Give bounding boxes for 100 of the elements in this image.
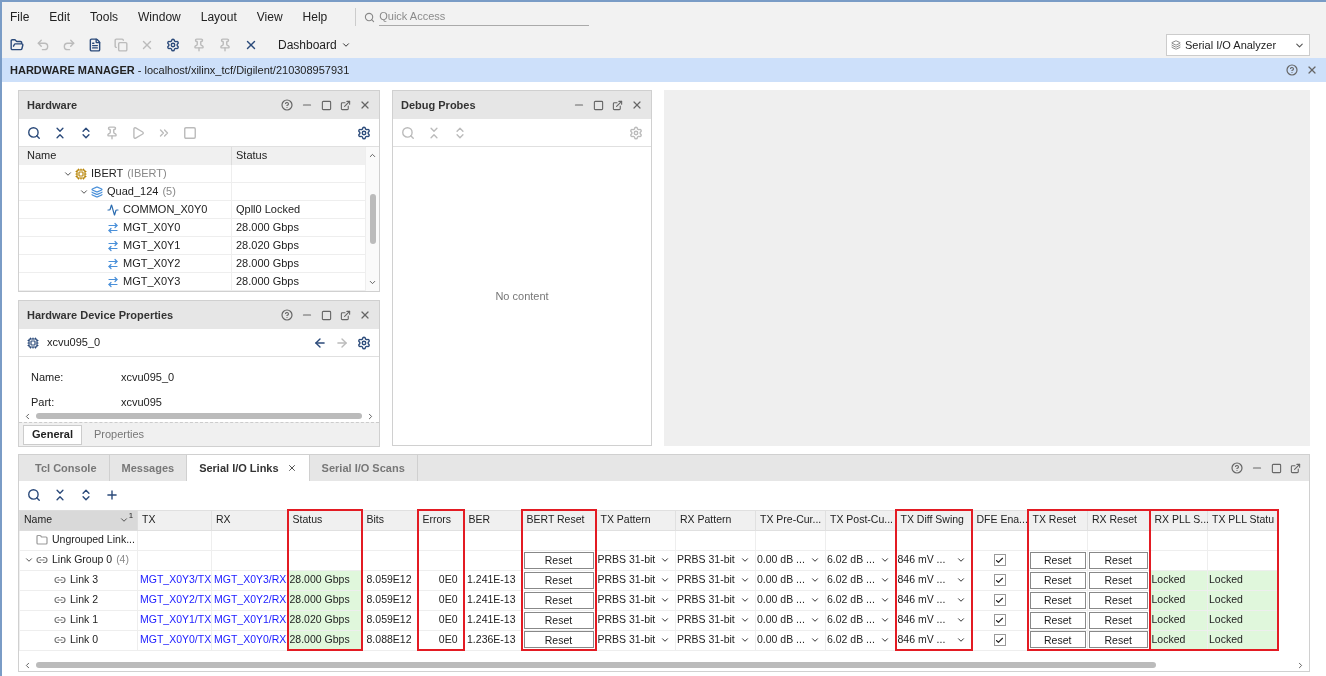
value-dropdown[interactable]: PRBS 31-bit — [597, 612, 674, 628]
reset-button[interactable]: Reset — [1029, 571, 1086, 589]
value-dropdown[interactable]: 0.00 dB ... — [757, 632, 824, 648]
value-dropdown[interactable]: 846 mV ... — [897, 612, 970, 628]
tree-item[interactable]: Ungrouped Link... — [19, 530, 138, 550]
reset-button[interactable]: Reset — [523, 591, 594, 609]
column-header[interactable]: TX Pre-Cur... — [755, 510, 826, 530]
tree-item[interactable]: Link Group 0 (4) — [19, 550, 138, 570]
settings-icon[interactable] — [166, 38, 180, 52]
close-icon[interactable] — [359, 309, 371, 321]
collapse-all-icon[interactable] — [53, 488, 67, 502]
column-header[interactable]: RX — [211, 510, 288, 530]
value-dropdown[interactable]: PRBS 31-bit — [597, 592, 674, 608]
layout-icon[interactable] — [1171, 40, 1181, 50]
reset-button[interactable]: Reset — [1029, 551, 1086, 569]
tree-item[interactable]: IBERT (IBERT) — [19, 165, 232, 182]
caret-icon[interactable] — [879, 595, 890, 605]
collapse-all-icon[interactable] — [53, 125, 67, 140]
reset-button[interactable]: Reset — [523, 571, 594, 589]
tree-item[interactable]: MGT_X0Y1 — [19, 237, 232, 254]
document-icon[interactable] — [88, 38, 102, 52]
dfe-checkbox[interactable] — [993, 554, 1006, 566]
maximize-icon[interactable] — [1271, 462, 1282, 474]
maximize-icon[interactable] — [593, 99, 604, 111]
scroll-left-icon[interactable] — [23, 411, 32, 421]
cross-icon[interactable] — [244, 38, 258, 52]
caret-icon[interactable] — [955, 595, 966, 605]
menu-item[interactable]: Help — [302, 8, 328, 26]
folder-icon[interactable] — [10, 38, 24, 52]
value-dropdown[interactable]: 846 mV ... — [897, 572, 970, 588]
close-icon[interactable] — [359, 99, 371, 111]
tree-item[interactable]: MGT_X0Y3 — [19, 273, 232, 290]
caret-icon[interactable] — [955, 575, 966, 585]
value-dropdown[interactable]: PRBS 31-bit — [677, 612, 754, 628]
column-header[interactable]: BERT Reset — [521, 510, 596, 530]
caret-icon[interactable] — [879, 575, 890, 585]
column-header[interactable]: TX Post-Cu... — [825, 510, 896, 530]
scroll-up-icon[interactable] — [368, 151, 377, 160]
value-dropdown[interactable]: 846 mV ... — [897, 592, 970, 608]
column-header[interactable]: DFE Ena... — [971, 510, 1028, 530]
dfe-checkbox[interactable] — [993, 634, 1006, 646]
value-dropdown[interactable]: 6.02 dB ... — [827, 612, 894, 628]
dfe-checkbox[interactable] — [993, 594, 1006, 606]
panel-tab[interactable]: Tcl Console — [23, 455, 110, 481]
value-dropdown[interactable]: 0.00 dB ... — [757, 572, 824, 588]
settings-icon[interactable] — [357, 125, 371, 140]
column-header[interactable]: TX PLL Statu — [1207, 510, 1278, 530]
value-dropdown[interactable]: 0.00 dB ... — [757, 612, 824, 628]
column-header[interactable]: Status — [232, 147, 365, 165]
tree-item[interactable]: Link 2 — [19, 590, 138, 610]
column-header[interactable]: Name — [19, 147, 232, 165]
search-icon[interactable] — [27, 488, 41, 502]
expand-all-icon[interactable] — [79, 125, 93, 140]
column-header[interactable]: BER — [463, 510, 522, 530]
help-icon[interactable] — [281, 99, 293, 111]
value-dropdown[interactable]: 0.00 dB ... — [757, 592, 824, 608]
help-icon[interactable] — [1231, 462, 1243, 474]
menu-item[interactable]: View — [256, 8, 283, 26]
caret-icon[interactable] — [879, 555, 890, 565]
dashboard-menu[interactable]: Dashboard — [278, 36, 351, 54]
float-icon[interactable] — [612, 99, 623, 111]
reset-button[interactable]: Reset — [1029, 591, 1086, 609]
search-icon[interactable] — [27, 125, 41, 140]
value-dropdown[interactable]: PRBS 31-bit — [597, 572, 674, 588]
value-dropdown[interactable]: 846 mV ... — [897, 631, 970, 648]
value-dropdown[interactable]: PRBS 31-bit — [677, 552, 754, 568]
back-icon[interactable] — [313, 335, 327, 350]
maximize-icon[interactable] — [321, 99, 332, 111]
tree-item[interactable]: MGT_X0Y2 — [19, 255, 232, 272]
column-header[interactable]: RX Reset — [1087, 510, 1150, 530]
column-header[interactable]: RX Pattern — [675, 510, 756, 530]
caret-icon[interactable] — [879, 615, 890, 625]
close-icon[interactable] — [1306, 64, 1318, 76]
close-tab-icon[interactable] — [286, 463, 297, 473]
scroll-right-icon[interactable] — [366, 411, 375, 421]
tree-item[interactable]: MGT_X0Y0 — [19, 219, 232, 236]
reset-button[interactable]: Reset — [1089, 571, 1148, 589]
float-icon[interactable] — [340, 99, 351, 111]
value-dropdown[interactable]: 846 mV ... — [897, 552, 970, 568]
column-header[interactable]: RX PLL S... — [1149, 510, 1208, 530]
reset-button[interactable]: Reset — [523, 631, 594, 649]
help-icon[interactable] — [281, 309, 293, 321]
reset-button[interactable]: Reset — [1089, 611, 1148, 629]
reset-button[interactable]: Reset — [1089, 551, 1148, 569]
tree-item[interactable]: Link 0 — [19, 630, 138, 650]
float-icon[interactable] — [1290, 462, 1301, 474]
sort-caret-icon[interactable] — [118, 515, 129, 525]
horizontal-scrollbar[interactable] — [36, 413, 362, 419]
value-dropdown[interactable]: PRBS 31-bit — [677, 592, 754, 608]
column-header[interactable]: TX — [137, 510, 212, 530]
maximize-icon[interactable] — [321, 309, 332, 321]
column-header[interactable]: Errors — [417, 510, 464, 530]
expand-all-icon[interactable] — [79, 488, 93, 502]
tree-item[interactable]: Quad_124 (5) — [19, 183, 232, 200]
reset-button[interactable]: Reset — [1089, 631, 1148, 649]
value-dropdown[interactable]: 0.00 dB ... — [757, 552, 824, 568]
float-icon[interactable] — [340, 309, 351, 321]
menu-item[interactable]: Tools — [90, 8, 119, 26]
panel-tab[interactable]: General — [23, 424, 82, 445]
caret-icon[interactable] — [955, 555, 966, 565]
